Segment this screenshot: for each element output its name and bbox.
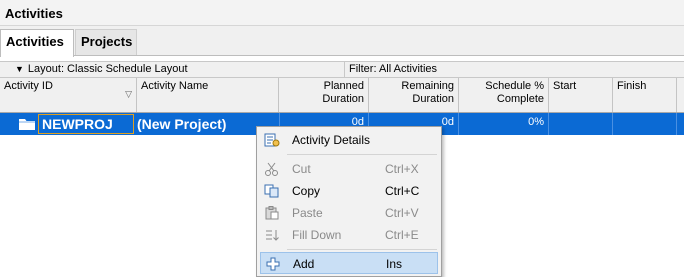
column-header-label: Finish — [617, 80, 647, 92]
column-header-start[interactable]: Start — [549, 78, 613, 112]
activity-name-cell[interactable]: (New Project) — [137, 115, 226, 133]
column-header-label: Planned Duration — [322, 80, 364, 105]
tab-strip: Activities Projects — [0, 26, 684, 57]
menu-item-paste[interactable]: Paste Ctrl+V — [260, 202, 438, 224]
column-header-planned-duration[interactable]: Planned Duration — [279, 78, 369, 112]
column-header-remaining-duration[interactable]: Remaining Duration — [369, 78, 459, 112]
layout-label: Layout: Classic Schedule Layout — [27, 63, 188, 75]
menu-item-add[interactable]: Add Ins — [260, 252, 438, 274]
filter-label[interactable]: Filter: All Activities — [349, 63, 437, 75]
menu-item-label: Cut — [292, 162, 311, 176]
layout-filter-bar: ▼ Layout: Classic Schedule Layout Filter:… — [0, 61, 684, 78]
menu-item-label: Fill Down — [292, 228, 342, 242]
schedule-complete-cell[interactable]: 0% — [459, 113, 549, 135]
finish-cell[interactable] — [613, 113, 677, 135]
scissors-icon — [265, 162, 278, 176]
column-header-label: Remaining Duration — [401, 80, 454, 105]
menu-separator — [287, 154, 437, 155]
tab-activities[interactable]: Activities — [0, 29, 74, 57]
column-header-label: Activity ID — [4, 80, 53, 92]
context-menu: Activity Details Cut Ctrl+X Copy Ctrl+C … — [256, 126, 442, 277]
menu-item-shortcut: Ctrl+E — [385, 228, 419, 242]
column-header-activity-id[interactable]: Activity ID ▽ — [0, 78, 137, 112]
sort-indicator-icon: ▽ — [125, 89, 132, 99]
folder-icon — [19, 119, 35, 130]
start-cell[interactable] — [549, 113, 613, 135]
window-titlebar: Activities — [0, 0, 684, 26]
plus-icon — [266, 257, 280, 271]
menu-item-shortcut: Ctrl+X — [385, 162, 419, 176]
layout-dropdown[interactable]: ▼ Layout: Classic Schedule Layout — [15, 63, 188, 75]
menu-item-fill-down[interactable]: Fill Down Ctrl+E — [260, 224, 438, 246]
divider — [344, 62, 345, 77]
column-header-label: Schedule % Complete — [485, 80, 544, 105]
column-header-activity-name[interactable]: Activity Name — [137, 78, 279, 112]
menu-item-shortcut: Ins — [386, 257, 403, 271]
copy-icon — [264, 184, 279, 198]
menu-item-copy[interactable]: Copy Ctrl+C — [260, 180, 438, 202]
menu-item-label: Copy — [292, 184, 321, 198]
column-header-finish[interactable]: Finish — [613, 78, 677, 112]
activity-id-cell[interactable]: NEWPROJ — [38, 114, 134, 134]
menu-item-shortcut: Ctrl+V — [385, 206, 419, 220]
column-header-schedule-complete[interactable]: Schedule % Complete — [459, 78, 549, 112]
column-header-label: Activity Name — [141, 80, 209, 92]
menu-item-cut[interactable]: Cut Ctrl+X — [260, 158, 438, 180]
tab-projects[interactable]: Projects — [75, 29, 137, 55]
activity-details-icon — [264, 133, 280, 147]
menu-item-label: Activity Details — [292, 133, 371, 147]
menu-item-label: Paste — [292, 206, 323, 220]
menu-item-shortcut: Ctrl+C — [385, 184, 420, 198]
menu-separator — [287, 249, 437, 250]
window-title: Activities — [5, 6, 63, 21]
menu-item-label: Add — [293, 257, 315, 271]
column-header-row: Activity ID ▽ Activity Name Planned Dura… — [0, 78, 684, 113]
menu-item-activity-details[interactable]: Activity Details — [260, 129, 438, 151]
chevron-down-icon: ▼ — [15, 64, 24, 74]
fill-down-icon — [266, 230, 279, 241]
column-header-label: Start — [553, 80, 577, 92]
clipboard-icon — [265, 206, 279, 220]
